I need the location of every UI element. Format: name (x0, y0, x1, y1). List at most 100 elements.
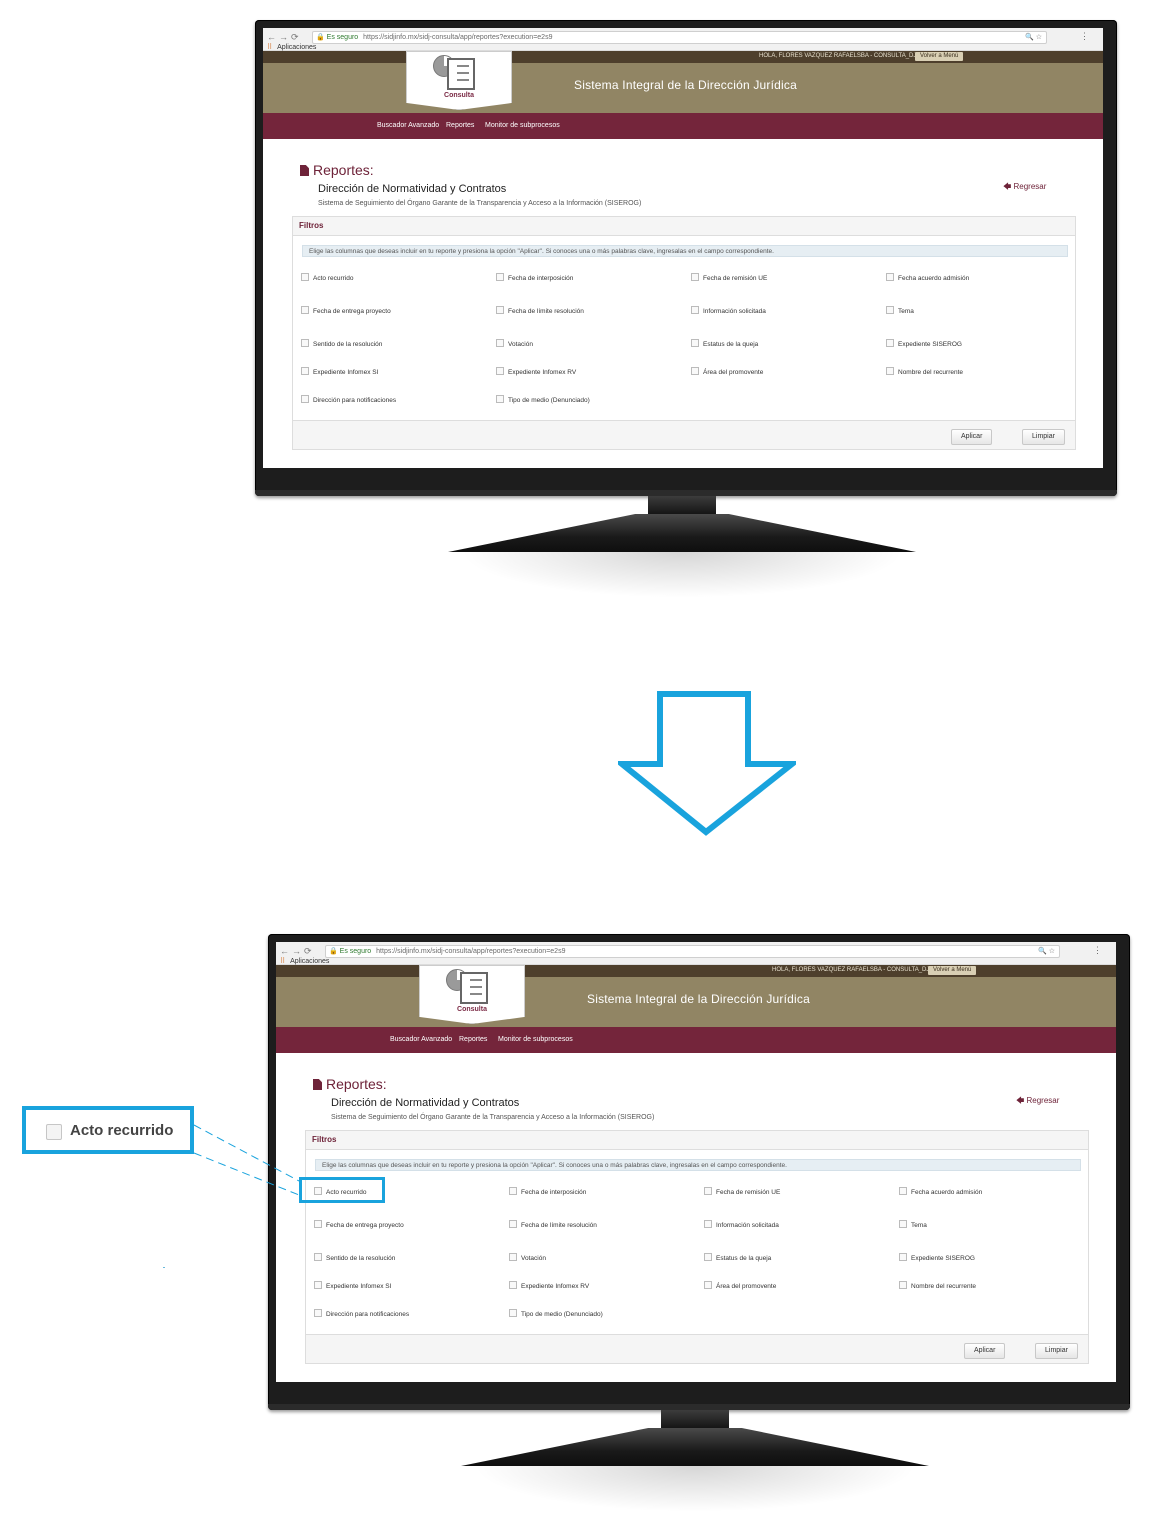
acto-recurrido-checkbox-zoom[interactable] (46, 1124, 62, 1140)
back-arrow-icon[interactable]: ← (280, 946, 292, 956)
checkbox-box[interactable] (704, 1281, 712, 1289)
zoom-star-icons[interactable]: 🔍 ☆ (1025, 32, 1042, 43)
checkbox-box[interactable] (509, 1281, 517, 1289)
filter-checkbox[interactable]: Información solicitada (704, 1220, 779, 1229)
checkbox-box[interactable] (509, 1187, 517, 1195)
checkbox-box[interactable] (509, 1309, 517, 1317)
checkbox-box[interactable] (301, 273, 309, 281)
filter-checkbox[interactable]: Sentido de la resolución (314, 1253, 395, 1262)
filter-checkbox[interactable]: Tema (899, 1220, 927, 1229)
consulta-logo[interactable]: Consulta (419, 965, 525, 1024)
checkbox-box[interactable] (509, 1253, 517, 1261)
filter-checkbox[interactable]: Expediente Infomex RV (496, 367, 576, 376)
consulta-logo[interactable]: Consulta (406, 51, 512, 110)
filter-checkbox[interactable]: Acto recurrido (301, 273, 353, 282)
checkbox-box[interactable] (314, 1220, 322, 1228)
filter-checkbox[interactable]: Votación (509, 1253, 546, 1262)
filter-checkbox[interactable]: Fecha de límite resolución (509, 1220, 597, 1229)
checkbox-box[interactable] (314, 1309, 322, 1317)
bookmarks-apps-label[interactable]: Aplicaciones (290, 958, 329, 965)
checkbox-box[interactable] (704, 1253, 712, 1261)
filter-checkbox[interactable]: Fecha de remisión UE (691, 273, 767, 282)
filter-checkbox[interactable]: Expediente Infomex SI (314, 1281, 391, 1290)
filter-checkbox[interactable]: Dirección para notificaciones (301, 395, 396, 404)
filter-checkbox[interactable]: Nombre del recurrente (899, 1281, 976, 1290)
checkbox-box[interactable] (899, 1187, 907, 1195)
filter-checkbox[interactable]: Fecha de entrega proyecto (314, 1220, 404, 1229)
filter-checkbox[interactable]: Fecha de entrega proyecto (301, 306, 391, 315)
checkbox-box[interactable] (301, 367, 309, 375)
checkbox-box[interactable] (886, 367, 894, 375)
menu-item-buscador[interactable]: Buscador Avanzado (390, 1036, 452, 1043)
filter-checkbox[interactable]: Tipo de medio (Denunciado) (509, 1309, 603, 1318)
forward-arrow-icon[interactable]: → (292, 946, 304, 956)
checkbox-box[interactable] (691, 273, 699, 281)
menu-item-monitor[interactable]: Monitor de subprocesos (485, 122, 560, 129)
checkbox-box[interactable] (509, 1220, 517, 1228)
regresar-label[interactable]: Regresar (1027, 1096, 1060, 1105)
checkbox-box[interactable] (899, 1220, 907, 1228)
checkbox-box[interactable] (704, 1187, 712, 1195)
apps-grid-icon[interactable]: ⠿ (280, 958, 285, 965)
zoom-star-icons[interactable]: 🔍 ☆ (1038, 946, 1055, 957)
apps-grid-icon[interactable]: ⠿ (267, 44, 272, 51)
menu-item-monitor[interactable]: Monitor de subprocesos (498, 1036, 573, 1043)
reload-icon[interactable]: ⟳ (304, 946, 315, 956)
regresar-link[interactable]: 🡄 Regresar (1016, 1095, 1059, 1109)
filter-checkbox[interactable]: Fecha acuerdo admisión (899, 1187, 982, 1196)
filter-checkbox[interactable]: Estatus de la queja (704, 1253, 771, 1262)
menu-item-reportes[interactable]: Reportes (446, 122, 474, 129)
checkbox-box[interactable] (314, 1253, 322, 1261)
checkbox-box[interactable] (496, 395, 504, 403)
apply-button[interactable]: Aplicar (951, 429, 993, 445)
filter-checkbox[interactable]: Tema (886, 306, 914, 315)
checkbox-box[interactable] (691, 367, 699, 375)
filter-checkbox[interactable]: Fecha de límite resolución (496, 306, 584, 315)
filter-checkbox[interactable]: Votación (496, 339, 533, 348)
filter-checkbox[interactable]: Fecha de interposición (509, 1187, 586, 1196)
address-bar[interactable]: 🔒 Es seguro https://sidjinfo.mx/sidj-con… (325, 945, 1060, 958)
checkbox-box[interactable] (496, 339, 504, 347)
checkbox-box[interactable] (496, 306, 504, 314)
checkbox-box[interactable] (301, 306, 309, 314)
filter-checkbox[interactable]: Nombre del recurrente (886, 367, 963, 376)
url-text[interactable]: https://sidjinfo.mx/sidj-consulta/app/re… (363, 34, 552, 41)
filter-checkbox[interactable]: Fecha de remisión UE (704, 1187, 780, 1196)
checkbox-box[interactable] (886, 306, 894, 314)
checkbox-box[interactable] (301, 395, 309, 403)
clear-button[interactable]: Limpiar (1022, 429, 1065, 445)
checkbox-box[interactable] (496, 273, 504, 281)
checkbox-box[interactable] (691, 306, 699, 314)
regresar-link[interactable]: 🡄 Regresar (1003, 181, 1046, 195)
filter-checkbox[interactable]: Estatus de la queja (691, 339, 758, 348)
filter-checkbox[interactable]: Fecha acuerdo admisión (886, 273, 969, 282)
checkbox-box[interactable] (301, 339, 309, 347)
filter-checkbox[interactable]: Área del promovente (704, 1281, 776, 1290)
checkbox-box[interactable] (691, 339, 699, 347)
filter-checkbox[interactable]: Dirección para notificaciones (314, 1309, 409, 1318)
back-to-menu-button[interactable]: Volver a Menú (928, 966, 977, 975)
filter-checkbox[interactable]: Área del promovente (691, 367, 763, 376)
checkbox-box[interactable] (886, 339, 894, 347)
filter-checkbox[interactable]: Expediente Infomex RV (509, 1281, 589, 1290)
filter-checkbox[interactable]: Sentido de la resolución (301, 339, 382, 348)
back-arrow-icon[interactable]: ← (267, 32, 279, 42)
extension-menu-icons[interactable]: ⋮ (1093, 945, 1108, 956)
extension-menu-icons[interactable]: ⋮ (1080, 31, 1095, 42)
checkbox-box[interactable] (899, 1281, 907, 1289)
address-bar[interactable]: 🔒 Es seguro https://sidjinfo.mx/sidj-con… (312, 31, 1047, 44)
checkbox-box[interactable] (496, 367, 504, 375)
filter-checkbox[interactable]: Expediente SISEROG (899, 1253, 975, 1262)
checkbox-box[interactable] (704, 1220, 712, 1228)
bookmarks-apps-label[interactable]: Aplicaciones (277, 44, 316, 51)
clear-button[interactable]: Limpiar (1035, 1343, 1078, 1359)
checkbox-box[interactable] (899, 1253, 907, 1261)
filter-checkbox[interactable]: Expediente SISEROG (886, 339, 962, 348)
forward-arrow-icon[interactable]: → (279, 32, 291, 42)
regresar-label[interactable]: Regresar (1014, 182, 1047, 191)
checkbox-box[interactable] (886, 273, 894, 281)
checkbox-box[interactable] (314, 1281, 322, 1289)
menu-item-buscador[interactable]: Buscador Avanzado (377, 122, 439, 129)
filter-checkbox[interactable]: Expediente Infomex SI (301, 367, 378, 376)
back-to-menu-button[interactable]: Volver a Menú (915, 52, 964, 61)
